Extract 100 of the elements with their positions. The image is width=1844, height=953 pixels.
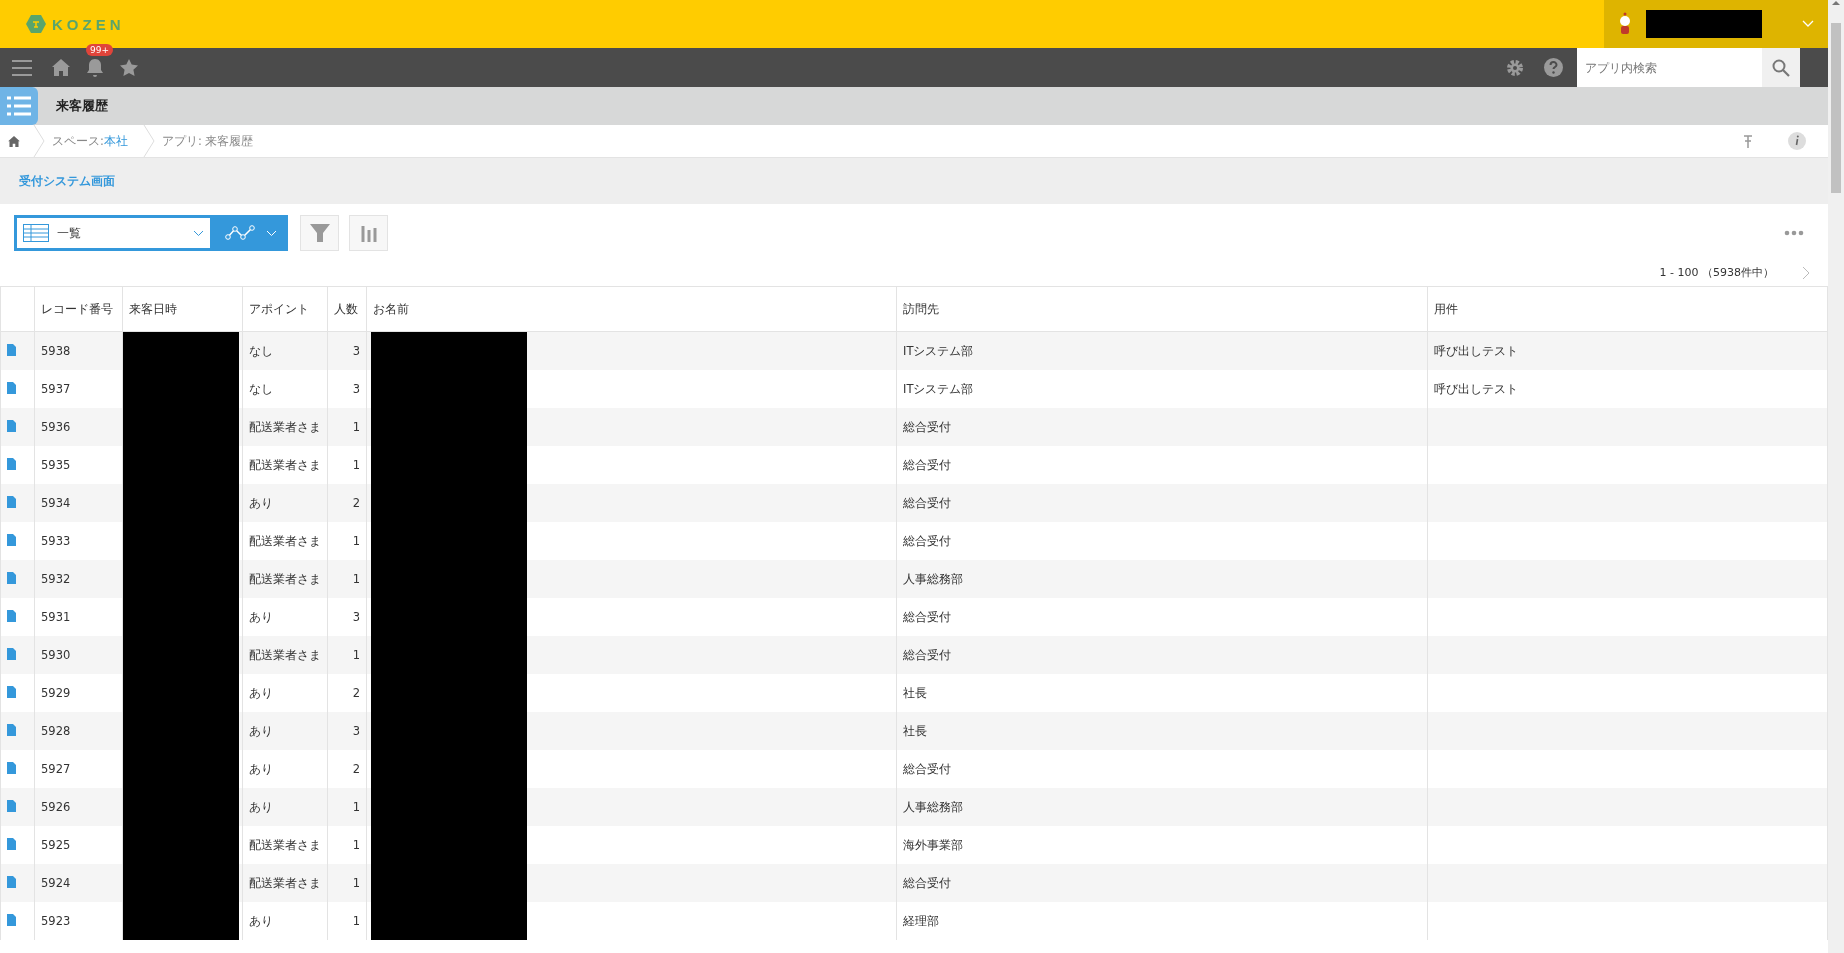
table-cell: 1 [352, 648, 360, 662]
column-header: 人数 [334, 301, 358, 316]
home-icon[interactable] [8, 135, 20, 147]
table-cell: あり [249, 495, 273, 510]
table-cell: ITシステム部 [903, 381, 974, 396]
table-icon [23, 224, 49, 242]
table-cell: ITシステム部 [903, 343, 974, 358]
chevron-down-icon[interactable] [1802, 20, 1814, 28]
document-icon[interactable] [7, 533, 16, 546]
column-header: レコード番号 [41, 301, 113, 316]
table-cell: 呼び出しテスト [1434, 381, 1518, 396]
table-cell: 配送業者さま [249, 533, 321, 548]
document-icon[interactable] [7, 913, 16, 926]
scrollbar-thumb[interactable] [1831, 23, 1841, 193]
table-cell: 1 [352, 572, 360, 586]
document-icon[interactable] [7, 799, 16, 812]
table-cell: 配送業者さま [249, 647, 321, 662]
table-cell: 人事総務部 [903, 571, 963, 586]
table-cell: 5928 [41, 724, 71, 738]
document-icon[interactable] [7, 875, 16, 888]
document-icon[interactable] [7, 571, 16, 584]
table-cell: 5930 [41, 648, 71, 662]
table-cell: あり [249, 685, 273, 700]
scroll-up-icon[interactable] [1832, 0, 1840, 5]
table-cell: 5936 [41, 420, 71, 434]
table-cell: 5933 [41, 534, 71, 548]
table-cell: 5938 [41, 344, 71, 358]
table-cell: あり [249, 913, 273, 928]
table-cell: 配送業者さま [249, 837, 321, 852]
table-cell: 5931 [41, 610, 71, 624]
list-icon [7, 96, 31, 116]
table-cell: 社長 [903, 723, 927, 738]
table-cell: 5935 [41, 458, 71, 472]
chart-button[interactable] [349, 215, 388, 251]
column-header: 訪問先 [903, 301, 939, 316]
table-cell: 総合受付 [903, 761, 951, 776]
document-icon[interactable] [7, 761, 16, 774]
document-icon[interactable] [7, 609, 16, 622]
star-icon[interactable] [120, 59, 138, 76]
table-cell: 配送業者さま [249, 875, 321, 890]
table-cell: 1 [352, 458, 360, 472]
table-cell: 3 [352, 382, 360, 396]
table-cell: あり [249, 723, 273, 738]
table-cell: 総合受付 [903, 533, 951, 548]
table-cell: 総合受付 [903, 495, 951, 510]
table-cell: なし [249, 381, 273, 396]
document-icon[interactable] [7, 647, 16, 660]
table-cell: 配送業者さま [249, 419, 321, 434]
table-cell: 5932 [41, 572, 71, 586]
table-cell: 海外事業部 [903, 837, 963, 852]
document-icon[interactable] [7, 419, 16, 432]
table-cell: 5929 [41, 686, 71, 700]
table-cell: 5925 [41, 838, 71, 852]
bell-icon[interactable] [86, 57, 104, 78]
table-cell: 社長 [903, 685, 927, 700]
graph-button[interactable] [213, 215, 288, 251]
table-cell: なし [249, 343, 273, 358]
search-field[interactable]: アプリ内検索 [1577, 48, 1762, 87]
breadcrumb-label: スペース: [52, 133, 104, 149]
settings-icon[interactable] [1505, 57, 1525, 78]
document-icon[interactable] [7, 381, 16, 394]
menu-icon[interactable] [12, 58, 32, 77]
page-link[interactable]: 受付システム画面 [19, 172, 115, 190]
table-cell: 総合受付 [903, 419, 951, 434]
info-icon[interactable] [1788, 132, 1806, 150]
line-chart-icon [224, 225, 255, 241]
document-icon[interactable] [7, 837, 16, 850]
more-icon[interactable] [1784, 230, 1804, 236]
view-dropdown[interactable]: 一覧 [14, 215, 213, 251]
home-icon[interactable] [52, 59, 70, 76]
table-cell: あり [249, 761, 273, 776]
table-cell: 総合受付 [903, 647, 951, 662]
table-cell: 1 [352, 534, 360, 548]
column-header: 用件 [1434, 301, 1458, 316]
column-header: お名前 [373, 301, 409, 316]
table-cell: 1 [352, 876, 360, 890]
help-icon[interactable] [1544, 58, 1563, 77]
document-icon[interactable] [7, 343, 16, 356]
document-icon[interactable] [7, 685, 16, 698]
document-icon[interactable] [7, 723, 16, 736]
document-icon[interactable] [7, 457, 16, 470]
table-cell: 人事総務部 [903, 799, 963, 814]
table-cell: 1 [352, 420, 360, 434]
chevron-down-icon [265, 229, 277, 237]
table-cell: 5927 [41, 762, 71, 776]
document-icon[interactable] [7, 495, 16, 508]
table-cell: 総合受付 [903, 609, 951, 624]
table-cell: 5926 [41, 800, 71, 814]
table-cell: 総合受付 [903, 457, 951, 472]
table-cell: 配送業者さま [249, 457, 321, 472]
chevron-down-icon [193, 229, 204, 237]
table-cell: あり [249, 609, 273, 624]
filter-button[interactable] [300, 215, 339, 251]
column-header: 来客日時 [129, 301, 177, 316]
pin-icon[interactable] [1744, 134, 1752, 148]
search-button[interactable] [1762, 48, 1800, 87]
breadcrumb-label: アプリ: 来客履歴 [161, 133, 254, 149]
chevron-right-icon[interactable] [1802, 265, 1810, 280]
table-cell: 1 [352, 800, 360, 814]
table-cell: 2 [352, 496, 360, 510]
